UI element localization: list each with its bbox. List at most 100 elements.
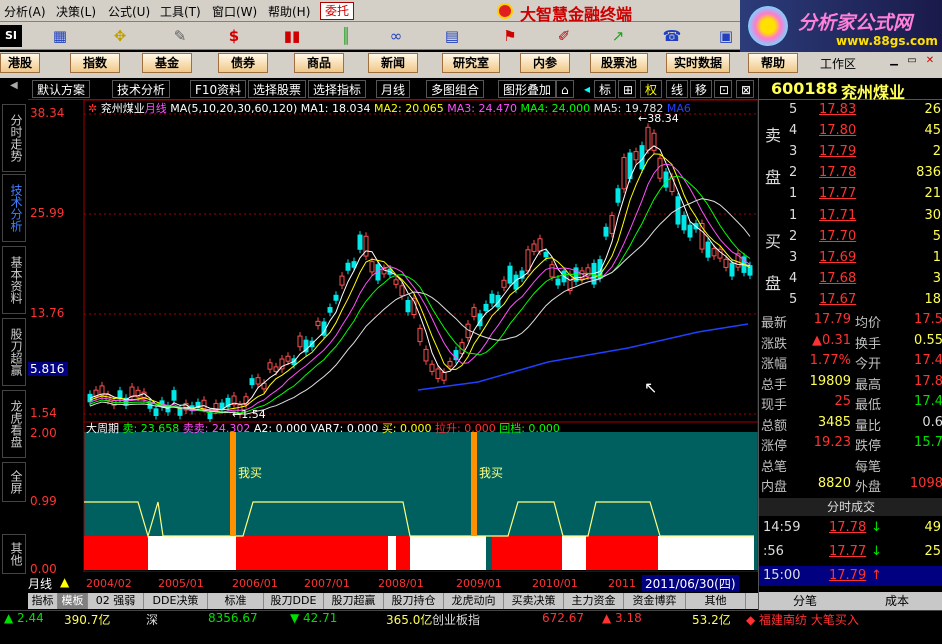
move-button[interactable]: 移 — [690, 80, 713, 98]
add-icon[interactable]: ⊞ — [618, 80, 636, 98]
menu-formula[interactable]: 公式(U) — [108, 3, 150, 20]
tab-dragon-move[interactable]: 龙虎动向 — [444, 593, 504, 609]
tab-guodao[interactable]: 股刀超赢 — [2, 318, 26, 386]
tab-indicator[interactable]: 指标 — [28, 593, 58, 609]
nav-bond[interactable]: 债券 — [218, 53, 268, 73]
select-stock-button[interactable]: 选择股票 — [248, 80, 307, 98]
nav-research[interactable]: 研究室 — [442, 53, 500, 73]
mark-button[interactable]: 标 — [594, 80, 617, 98]
trade-price[interactable]: 17.78 — [829, 520, 866, 535]
bars-icon[interactable]: ║ — [334, 25, 358, 47]
grid-icon[interactable]: ▤ — [440, 25, 464, 47]
multi-chart-button[interactable]: 多图组合 — [426, 80, 485, 98]
nav-internal[interactable]: 内参 — [520, 53, 570, 73]
buy-level: 4 — [789, 271, 798, 286]
indicator-chart[interactable]: 2.00 0.99 0.00 大周期 卖: 23.658 卖卖: 24.302 … — [28, 422, 758, 576]
calculator-icon[interactable]: ▦ — [48, 25, 72, 47]
tab-strength[interactable]: 02 强弱 — [88, 593, 144, 609]
nav-stock-pool[interactable]: 股票池 — [590, 53, 648, 73]
ruler-icon[interactable]: ✎ — [168, 25, 192, 47]
sell-price[interactable]: 17.80 — [819, 123, 856, 138]
year-label: 2011 — [608, 577, 636, 590]
line-button[interactable]: 线 — [666, 80, 689, 98]
tab-guodao-hold[interactable]: 股刀持仓 — [384, 593, 444, 609]
trend-icon[interactable]: ↗ — [606, 25, 630, 47]
nav-index[interactable]: 指数 — [70, 53, 120, 73]
minimize-icon[interactable]: ▁ — [888, 56, 900, 68]
tab-template[interactable]: 模板 — [58, 593, 88, 609]
buy-price[interactable]: 17.71 — [819, 208, 856, 223]
book-icon[interactable]: ▣ — [714, 25, 738, 47]
select-indicator-button[interactable]: 选择指标 — [308, 80, 367, 98]
nav-news[interactable]: 新闻 — [368, 53, 418, 73]
tech-analysis-button[interactable]: 技术分析 — [112, 80, 171, 98]
workspace-label[interactable]: 工作区 — [820, 55, 856, 72]
sell-price[interactable]: 17.77 — [819, 186, 856, 201]
f10-button[interactable]: F10资料 — [190, 80, 247, 98]
ad-banner[interactable]: 分析家公式网 www.88gs.com — [740, 0, 942, 52]
tab-dragon[interactable]: 龙虎看盘 — [2, 390, 26, 458]
stat-value: 1.77% — [809, 353, 851, 368]
kline-chart[interactable]: 38.34 25.99 13.76 1.54 5.816 ✲ 兖州煤业月线 MA… — [28, 100, 758, 422]
candle-body — [399, 285, 405, 297]
menu-tools[interactable]: 工具(T) — [160, 3, 201, 20]
period-button[interactable]: 月线 — [376, 80, 411, 98]
nav-fund[interactable]: 基金 — [142, 53, 192, 73]
pen-icon[interactable]: ✐ — [552, 25, 576, 47]
kline-icon[interactable]: ▮▮ — [280, 25, 304, 47]
nav-help[interactable]: 帮助 — [748, 53, 798, 73]
left-icon[interactable]: ◂ — [580, 80, 594, 98]
candle-body — [663, 171, 669, 188]
trade-time: :56 — [763, 544, 784, 559]
trade-price[interactable]: 17.77 — [829, 544, 866, 559]
maximize-icon[interactable]: ⊡ — [714, 80, 732, 98]
tab-standard[interactable]: 标准 — [208, 593, 264, 609]
scroll-left-icon[interactable]: ◀ — [10, 80, 18, 91]
nav-commodity[interactable]: 商品 — [294, 53, 344, 73]
phone-icon[interactable]: ☎ — [660, 25, 684, 47]
rights-button[interactable]: 权 — [640, 80, 663, 98]
si-icon[interactable]: SI — [0, 25, 22, 47]
menu-analysis[interactable]: 分析(A) — [4, 3, 46, 20]
restore-icon[interactable]: ▭ — [906, 56, 918, 68]
tab-technical[interactable]: 技术分析 — [2, 174, 26, 242]
tab-intraday[interactable]: 分时走势 — [2, 104, 26, 172]
tab-ticks[interactable]: 分笔 — [759, 592, 851, 609]
menu-decision[interactable]: 决策(L) — [56, 3, 96, 20]
sell-price[interactable]: 17.79 — [819, 144, 856, 159]
buy-price[interactable]: 17.69 — [819, 250, 856, 265]
settings-icon[interactable]: ✲ — [88, 102, 97, 115]
tab-fundamental[interactable]: 基本资料 — [2, 246, 26, 314]
tab-dde[interactable]: DDE决策 — [144, 593, 208, 609]
buy-price[interactable]: 17.70 — [819, 229, 856, 244]
sell-price[interactable]: 17.83 — [819, 102, 856, 117]
tab-fund-game[interactable]: 资金博弈 — [624, 593, 686, 609]
close-icon[interactable]: ✕ — [924, 56, 936, 68]
crosshair-icon[interactable]: ✥ — [108, 25, 132, 47]
tab-fullscreen[interactable]: 全屏 — [2, 462, 26, 502]
trade-button[interactable]: 委托 — [320, 2, 354, 20]
binoculars-icon[interactable]: ∞ — [384, 25, 408, 47]
tab-trade-decision[interactable]: 买卖决策 — [504, 593, 564, 609]
tab-others[interactable]: 其他 — [686, 593, 746, 609]
tab-other[interactable]: 其他 — [2, 534, 26, 574]
scheme-button[interactable]: 默认方案 — [32, 80, 91, 98]
period-switch-icon[interactable]: ▲ — [60, 575, 69, 589]
tab-cost[interactable]: 成本 — [851, 592, 942, 609]
dollar-icon[interactable]: $ — [222, 25, 246, 47]
overlay-button[interactable]: 图形叠加 — [498, 80, 557, 98]
buy-price[interactable]: 17.67 — [819, 292, 856, 307]
tab-guodao-win[interactable]: 股刀超赢 — [324, 593, 384, 609]
nav-realtime[interactable]: 实时数据 — [666, 53, 730, 73]
menu-help[interactable]: 帮助(H) — [268, 3, 310, 20]
trade-price[interactable]: 17.79 — [829, 568, 866, 583]
sell-price[interactable]: 17.78 — [819, 165, 856, 180]
menu-window[interactable]: 窗口(W) — [212, 3, 257, 20]
chart-close-icon[interactable]: ⊠ — [736, 80, 754, 98]
tab-main-fund[interactable]: 主力资金 — [564, 593, 624, 609]
lock-icon[interactable]: ⌂ — [556, 80, 574, 98]
tab-guodao-dde[interactable]: 股刀DDE — [264, 593, 324, 609]
buy-price[interactable]: 17.68 — [819, 271, 856, 286]
flag-icon[interactable]: ⚑ — [498, 25, 522, 47]
nav-hk-stock[interactable]: 港股 — [0, 53, 40, 73]
